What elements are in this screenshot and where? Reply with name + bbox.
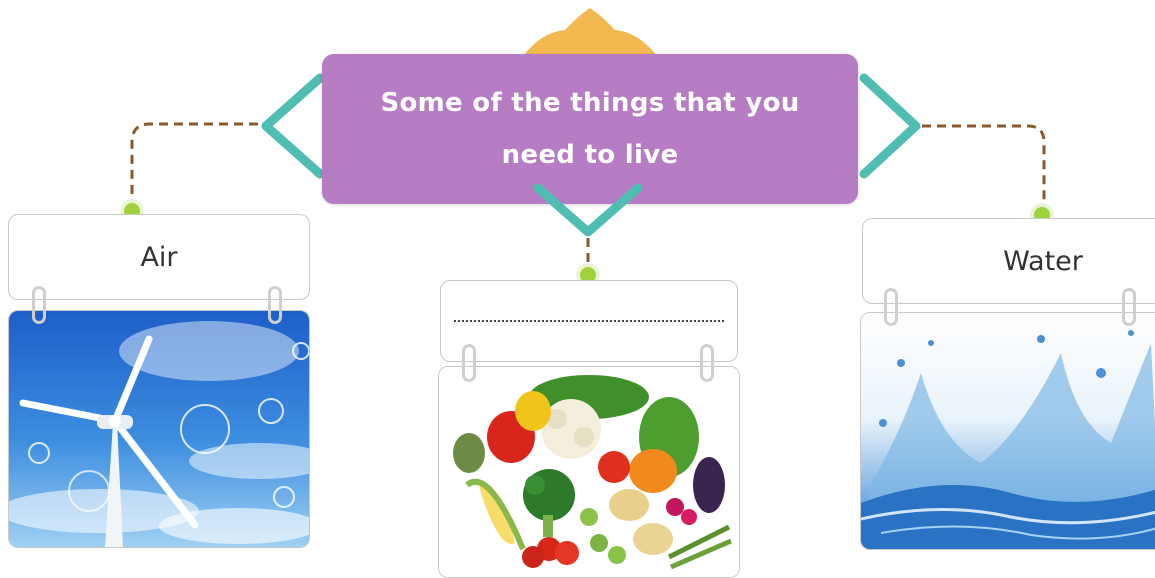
food-label-card (440, 280, 738, 362)
air-image-card (8, 310, 310, 548)
left-chevron-icon (261, 73, 325, 179)
wind-turbine-image (9, 311, 309, 547)
binder-ring (884, 288, 898, 326)
binder-ring (1122, 288, 1136, 326)
right-chevron-icon (859, 73, 921, 179)
water-label-card: Water (862, 218, 1155, 304)
title-text: Some of the things that you need to live (380, 88, 800, 170)
vegetables-image (439, 367, 739, 577)
binder-ring (268, 286, 282, 324)
binder-ring (32, 286, 46, 324)
binder-ring (700, 344, 714, 382)
water-label: Water (1003, 245, 1083, 277)
down-chevron-icon (533, 183, 643, 237)
food-image-card (438, 366, 740, 578)
water-splash-image (861, 313, 1155, 549)
water-image-card (860, 312, 1155, 550)
food-answer-blank-line[interactable] (454, 320, 724, 322)
air-label: Air (140, 241, 178, 273)
air-label-card: Air (8, 214, 310, 300)
binder-ring (462, 344, 476, 382)
